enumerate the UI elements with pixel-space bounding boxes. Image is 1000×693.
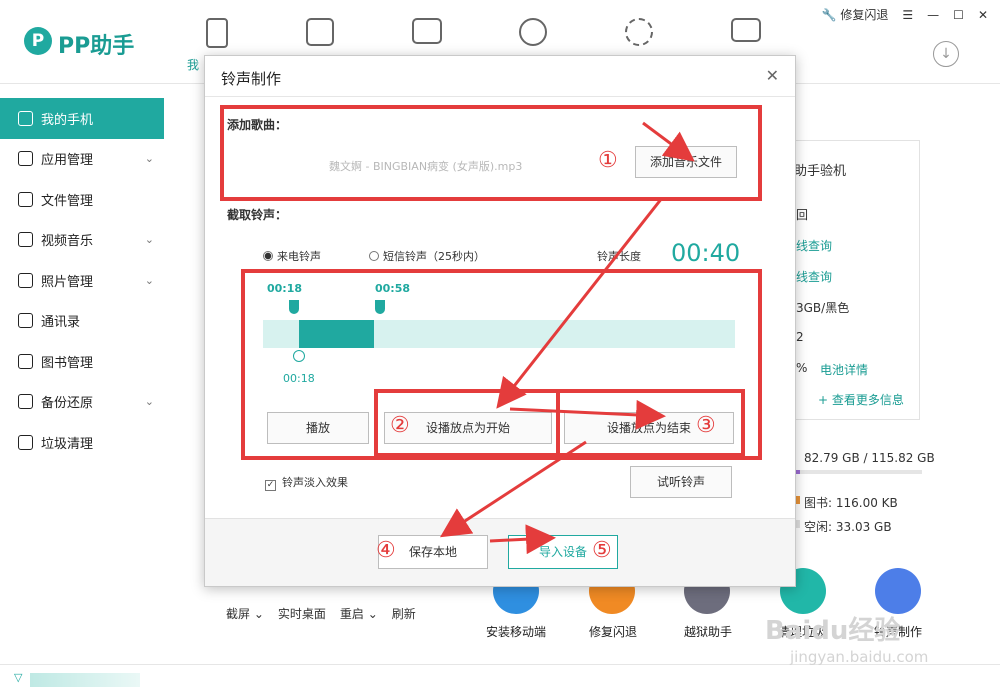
arrow-to-add-file — [642, 121, 695, 162]
arrow-to-save-local — [439, 440, 587, 538]
arrow-to-import — [489, 524, 556, 555]
arrow-to-set-end — [509, 399, 666, 430]
arrow-to-set-start — [496, 197, 664, 409]
annotation-arrows — [439, 121, 695, 555]
